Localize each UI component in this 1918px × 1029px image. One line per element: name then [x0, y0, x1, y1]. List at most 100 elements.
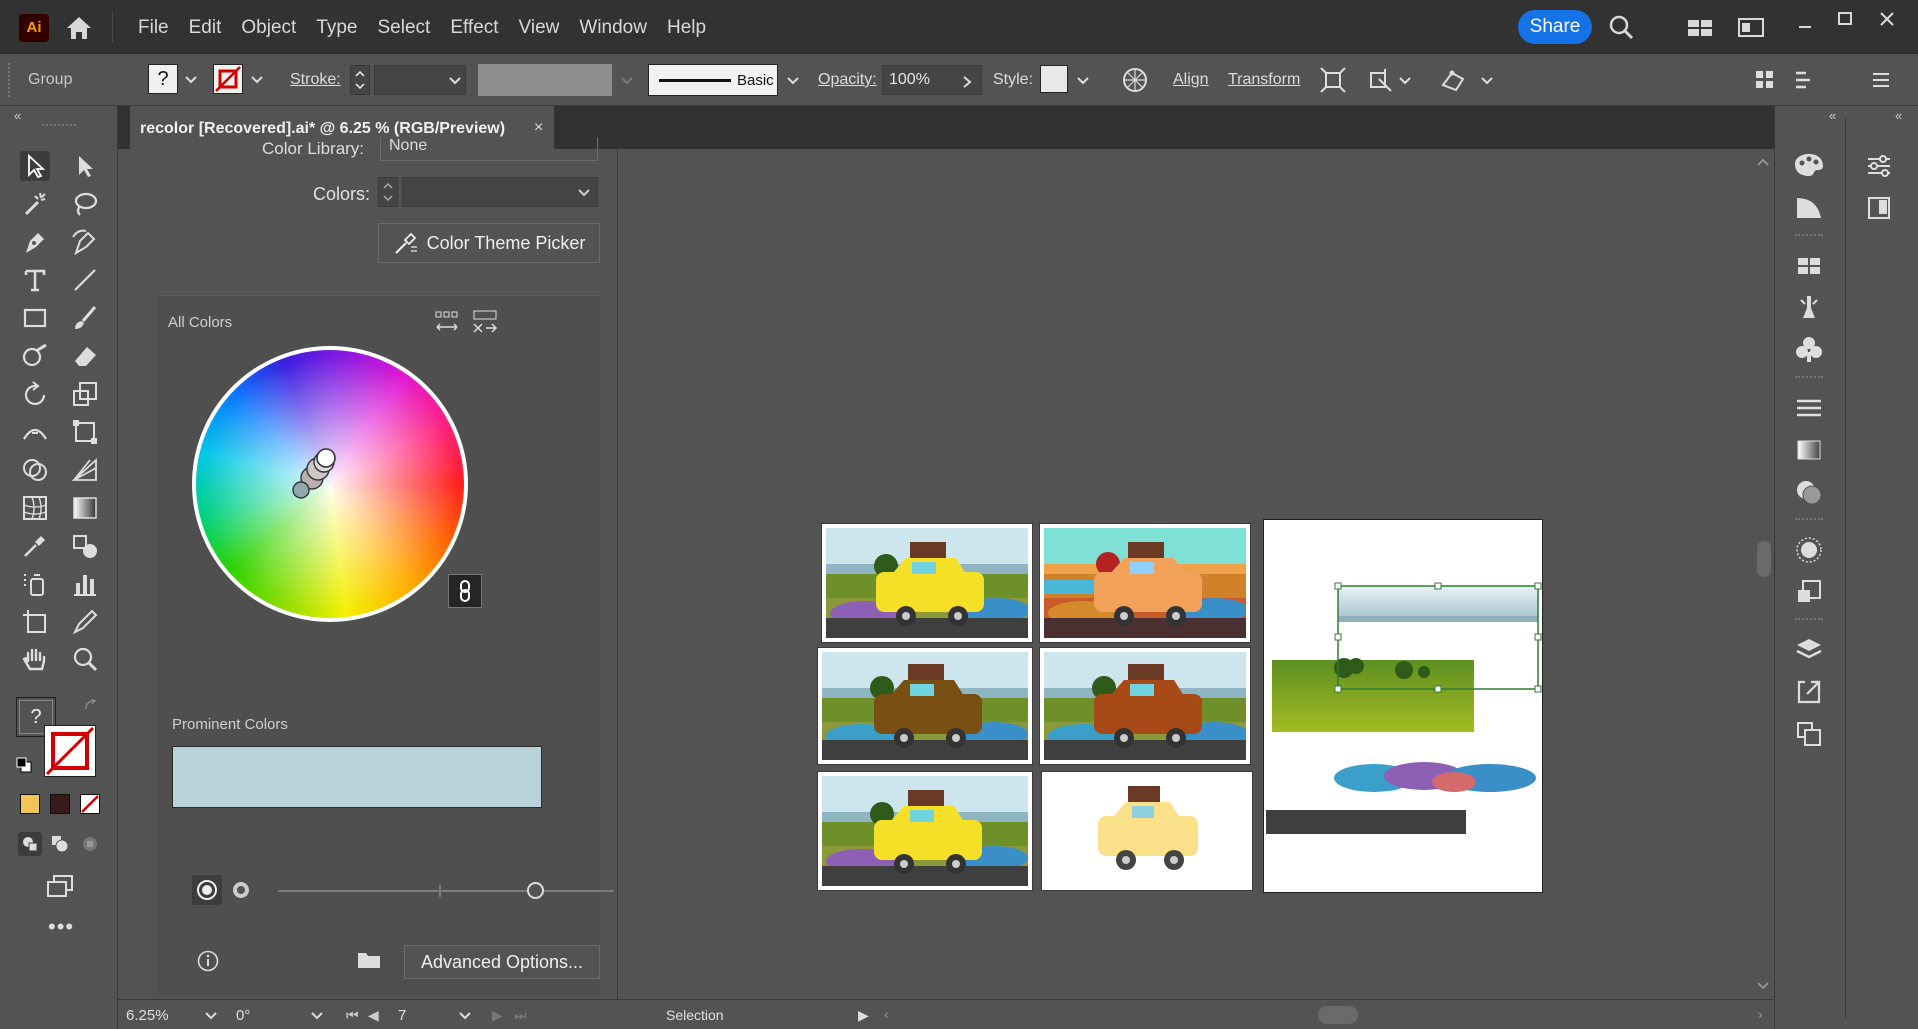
canvas[interactable] [619, 149, 1774, 999]
style-dropdown-icon[interactable] [1076, 76, 1090, 86]
scale-tool-icon[interactable] [70, 379, 100, 409]
curvature-tool-icon[interactable] [70, 227, 100, 257]
blend-tool-icon[interactable] [70, 531, 100, 561]
brightness-slider-thumb[interactable] [527, 882, 544, 899]
draw-inside-icon[interactable] [78, 832, 102, 856]
scroll-up-icon[interactable] [1755, 155, 1771, 169]
arrange-colors-icon[interactable] [432, 308, 462, 336]
randomize-colors-icon[interactable] [470, 308, 500, 336]
minimize-window-icon[interactable] [1790, 13, 1820, 41]
puppet-warp-icon[interactable] [1438, 65, 1468, 95]
gradient-panel-icon[interactable] [1789, 430, 1829, 470]
stroke-panel-icon[interactable] [1789, 388, 1829, 428]
arrange-icon[interactable] [1752, 67, 1778, 93]
artboards-panel-icon[interactable] [1789, 714, 1829, 754]
shaper-tool-icon[interactable] [20, 341, 50, 371]
brightness-slider-track[interactable] [278, 890, 614, 892]
align-button[interactable]: Align [1173, 71, 1209, 89]
type-tool-icon[interactable] [20, 265, 50, 295]
stroke-weight-dropdown-icon[interactable] [448, 76, 462, 86]
transform-button[interactable]: Transform [1228, 71, 1300, 89]
magic-wand-tool-icon[interactable] [20, 189, 50, 219]
opacity-label[interactable]: Opacity: [818, 71, 877, 89]
envelope-distort-icon[interactable] [1365, 65, 1395, 95]
scroll-right-icon[interactable]: › [1758, 1006, 1763, 1022]
scroll-down-icon[interactable] [1755, 979, 1771, 993]
brushes-panel-icon[interactable] [1789, 288, 1829, 328]
direct-selection-tool-icon[interactable] [70, 151, 100, 181]
scroll-left-icon[interactable]: ‹ [884, 1006, 889, 1022]
menu-help[interactable]: Help [657, 15, 716, 41]
swatches-panel-icon[interactable] [1789, 246, 1829, 286]
saturation-mode-icon[interactable] [192, 875, 222, 905]
previous-artboard-icon[interactable]: ◀ [368, 1007, 379, 1024]
line-segment-tool-icon[interactable] [70, 265, 100, 295]
color-markers[interactable] [288, 442, 342, 502]
rotation-dropdown-icon[interactable] [310, 1011, 324, 1021]
default-fill-stroke-icon[interactable] [16, 757, 32, 773]
warp-dropdown-icon[interactable] [1480, 76, 1494, 86]
zoom-dropdown-icon[interactable] [204, 1011, 218, 1021]
lasso-tool-icon[interactable] [70, 189, 100, 219]
artboard-dropdown-icon[interactable] [458, 1011, 472, 1021]
export-panel-icon[interactable] [1789, 672, 1829, 712]
eyedropper-tool-icon[interactable] [20, 531, 50, 561]
arrange-documents-icon[interactable] [1685, 13, 1715, 41]
free-transform-tool-icon[interactable] [70, 417, 100, 447]
layers-panel-icon[interactable] [1789, 630, 1829, 670]
color-guide-icon[interactable] [1789, 188, 1829, 228]
colors-input[interactable] [402, 177, 598, 207]
first-artboard-icon[interactable]: ⏮ [346, 1007, 359, 1024]
transparency-panel-icon[interactable] [1789, 472, 1829, 512]
mesh-tool-icon[interactable] [20, 493, 50, 523]
draw-normal-icon[interactable] [18, 832, 42, 856]
status-menu-icon[interactable]: ▶ [858, 1007, 869, 1024]
width-tool-icon[interactable] [20, 417, 50, 447]
share-button[interactable]: Share [1518, 10, 1592, 44]
menu-view[interactable]: View [509, 15, 570, 41]
pen-tool-icon[interactable] [20, 227, 50, 257]
zoom-level[interactable]: 6.25% [126, 1007, 169, 1024]
stroke-label[interactable]: Stroke: [290, 71, 341, 89]
menu-file[interactable]: File [128, 15, 179, 41]
edit-toolbar-icon[interactable]: ••• [48, 914, 74, 940]
stroke-color-box[interactable] [44, 725, 96, 777]
artboard-brown-car[interactable] [817, 647, 1033, 765]
color-library-dropdown[interactable]: None [380, 137, 598, 161]
menu-select[interactable]: Select [368, 15, 441, 41]
swap-fill-stroke-icon[interactable] [84, 699, 98, 713]
fill-dropdown-icon[interactable] [184, 75, 198, 85]
artboard-car-only[interactable] [1041, 771, 1253, 891]
info-icon[interactable] [196, 949, 220, 973]
current-tool-status[interactable]: Selection [666, 1007, 724, 1023]
shape-builder-tool-icon[interactable] [20, 455, 50, 485]
maximize-window-icon[interactable] [1830, 5, 1860, 33]
colors-stepper[interactable] [378, 177, 398, 207]
color-panel-icon[interactable] [1789, 146, 1829, 186]
menu-window[interactable]: Window [569, 15, 657, 41]
perspective-grid-tool-icon[interactable] [70, 455, 100, 485]
menu-edit[interactable]: Edit [179, 15, 232, 41]
isolate-group-icon[interactable] [1318, 65, 1348, 95]
expand-panels-icon[interactable]: « [1829, 108, 1836, 123]
artboard-orange-car[interactable] [1039, 523, 1251, 643]
stroke-dropdown-icon[interactable] [250, 75, 264, 85]
libraries-panel-icon[interactable] [1859, 188, 1899, 228]
rotate-tool-icon[interactable] [20, 379, 50, 409]
none-mode-button[interactable] [80, 794, 100, 814]
artboard-number[interactable]: 7 [398, 1007, 406, 1024]
stroke-weight-stepper[interactable] [350, 65, 370, 95]
brush-dropdown-icon[interactable] [786, 76, 800, 86]
advanced-options-button[interactable]: Advanced Options... [404, 945, 600, 979]
menu-effect[interactable]: Effect [440, 15, 508, 41]
artboard-scene-parts[interactable] [1263, 519, 1543, 893]
variable-width-profile[interactable] [478, 64, 612, 96]
link-harmony-icon[interactable] [448, 574, 482, 608]
gradient-mode-button[interactable] [50, 794, 70, 814]
fill-swatch[interactable]: ? [148, 64, 178, 94]
slice-tool-icon[interactable] [70, 607, 100, 637]
color-mode-button[interactable] [20, 794, 40, 814]
expand-panels-icon-2[interactable]: « [1895, 108, 1902, 123]
search-icon[interactable] [1606, 13, 1636, 41]
collapse-toolbar-icon[interactable]: « [14, 108, 21, 123]
